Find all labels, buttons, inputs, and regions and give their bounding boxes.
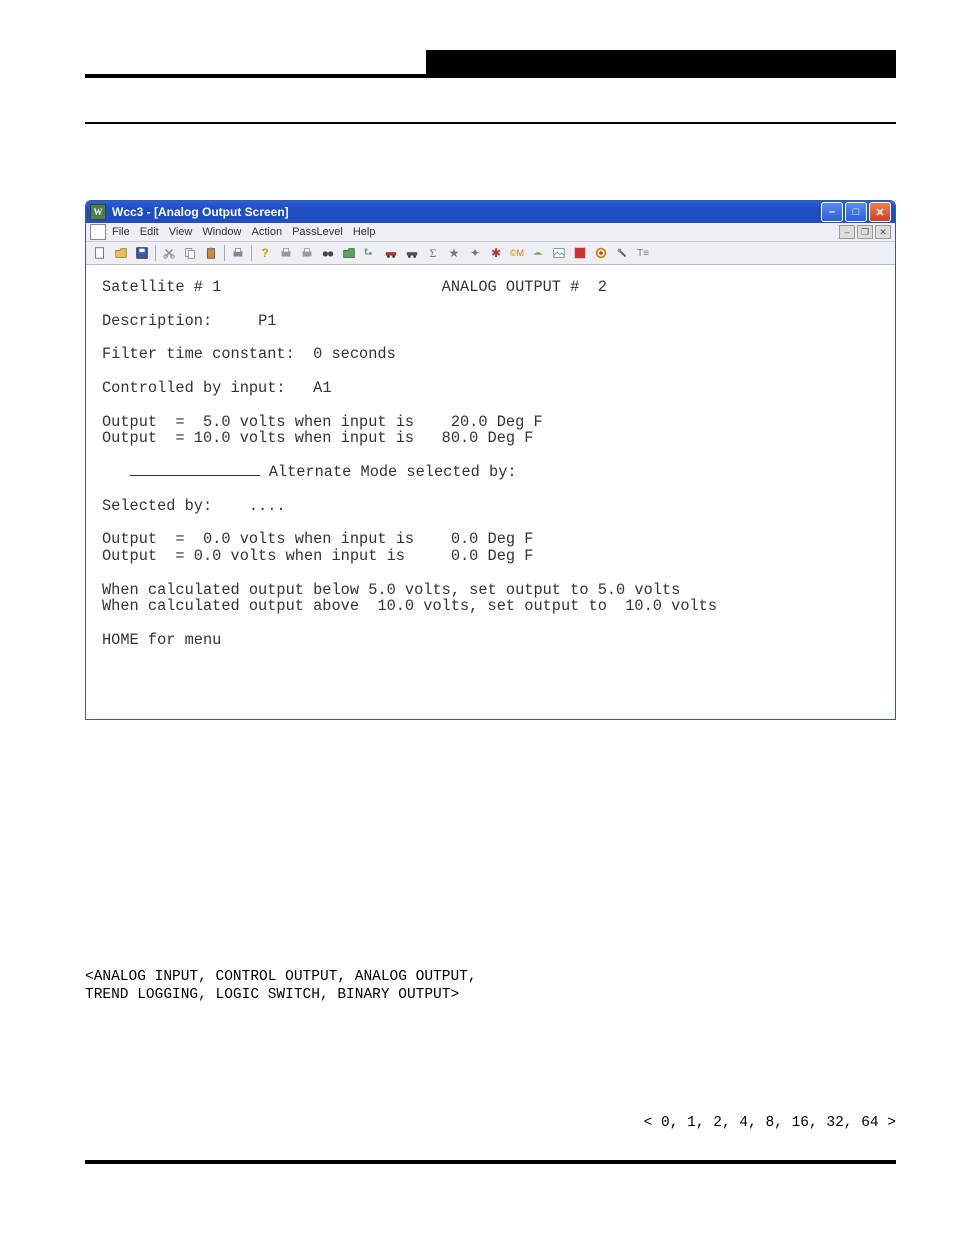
app-window: W Wcc3 - [Analog Output Screen] – □ ✕ Fi… <box>85 200 896 720</box>
output-label: ANALOG OUTPUT # 2 <box>442 278 607 296</box>
t-icon[interactable]: T≡ <box>633 243 653 263</box>
selected-by-label: Selected by: <box>102 497 212 515</box>
minimize-button[interactable]: – <box>821 202 843 222</box>
document-icon <box>90 224 106 240</box>
menu-view[interactable]: View <box>169 226 193 238</box>
footer-list-1: <ANALOG INPUT, CONTROL OUTPUT, ANALOG OU… <box>85 968 896 986</box>
menu-file[interactable]: File <box>112 226 130 238</box>
satellite-label: Satellite # 1 <box>102 278 221 296</box>
close-button[interactable]: ✕ <box>869 202 891 222</box>
filter-label: Filter time constant: <box>102 345 295 363</box>
help-icon[interactable]: ? <box>255 243 275 263</box>
description-value: P1 <box>258 312 276 330</box>
bird-icon[interactable] <box>528 243 548 263</box>
car1-icon[interactable] <box>381 243 401 263</box>
footer-text: <ANALOG INPUT, CONTROL OUTPUT, ANALOG OU… <box>85 968 896 1132</box>
filter-value: 0 seconds <box>313 345 396 363</box>
mdi-restore-icon[interactable]: ❐ <box>857 225 873 239</box>
tree-icon[interactable] <box>360 243 380 263</box>
footer-list-2: TREND LOGGING, LOGIC SWITCH, BINARY OUTP… <box>85 986 896 1004</box>
controlled-value: A1 <box>313 379 331 397</box>
print-icon[interactable] <box>228 243 248 263</box>
menu-help[interactable]: Help <box>353 226 376 238</box>
clamp-line-1: When calculated output below 5.0 volts, … <box>102 581 680 599</box>
content-area: Satellite # 1 ANALOG OUTPUT # 2 Descript… <box>86 265 895 719</box>
toolbar: ? Σ ★ ✦ ✱ ©M T≡ <box>86 242 895 265</box>
printer1-icon[interactable] <box>276 243 296 263</box>
selected-by-value: .... <box>249 497 286 515</box>
color1-icon[interactable] <box>570 243 590 263</box>
folder-icon[interactable] <box>339 243 359 263</box>
mdi-minimize-icon[interactable]: – <box>839 225 855 239</box>
cut-icon[interactable] <box>159 243 179 263</box>
footer-options: < 0, 1, 2, 4, 8, 16, 32, 64 > <box>85 1114 896 1132</box>
home-menu-label: HOME for menu <box>102 631 221 649</box>
alt-output-line-1: Output = 0.0 volts when input is 0.0 Deg… <box>102 530 533 548</box>
header-rule-thin <box>85 122 896 124</box>
menu-window[interactable]: Window <box>202 226 241 238</box>
pic-icon[interactable] <box>549 243 569 263</box>
output-def-line-1: Output = 5.0 volts when input is 20.0 De… <box>102 413 543 431</box>
paste-icon[interactable] <box>201 243 221 263</box>
controlled-label: Controlled by input: <box>102 379 286 397</box>
new-icon[interactable] <box>90 243 110 263</box>
binoculars-icon[interactable] <box>318 243 338 263</box>
star2-icon[interactable]: ✦ <box>465 243 485 263</box>
header-rule-thick <box>85 74 896 78</box>
target-icon[interactable] <box>591 243 611 263</box>
window-titlebar: W Wcc3 - [Analog Output Screen] – □ ✕ <box>86 201 895 223</box>
save-icon[interactable] <box>132 243 152 263</box>
sigma-icon[interactable]: Σ <box>423 243 443 263</box>
cm-icon[interactable]: ©M <box>507 243 527 263</box>
mdi-close-icon[interactable]: ✕ <box>875 225 891 239</box>
open-icon[interactable] <box>111 243 131 263</box>
footer-rule <box>85 1160 896 1164</box>
gear-icon[interactable]: ✱ <box>486 243 506 263</box>
menu-action[interactable]: Action <box>251 226 282 238</box>
clamp-line-2: When calculated output above 10.0 volts,… <box>102 597 717 615</box>
printer2-icon[interactable] <box>297 243 317 263</box>
alt-output-line-2: Output = 0.0 volts when input is 0.0 Deg… <box>102 547 533 565</box>
star1-icon[interactable]: ★ <box>444 243 464 263</box>
window-title: Wcc3 - [Analog Output Screen] <box>112 205 289 219</box>
header-black-band <box>426 50 896 74</box>
alt-mode-underline <box>130 475 260 476</box>
app-icon: W <box>90 204 106 220</box>
copy-icon[interactable] <box>180 243 200 263</box>
output-def-line-2: Output = 10.0 volts when input is 80.0 D… <box>102 429 533 447</box>
menu-bar: File Edit View Window Action PassLevel H… <box>86 223 895 242</box>
menu-edit[interactable]: Edit <box>140 226 159 238</box>
maximize-button[interactable]: □ <box>845 202 867 222</box>
menu-passlevel[interactable]: PassLevel <box>292 226 343 238</box>
description-label: Description: <box>102 312 212 330</box>
tool-icon[interactable] <box>612 243 632 263</box>
car2-icon[interactable] <box>402 243 422 263</box>
alt-mode-label: Alternate Mode selected by: <box>260 463 517 481</box>
